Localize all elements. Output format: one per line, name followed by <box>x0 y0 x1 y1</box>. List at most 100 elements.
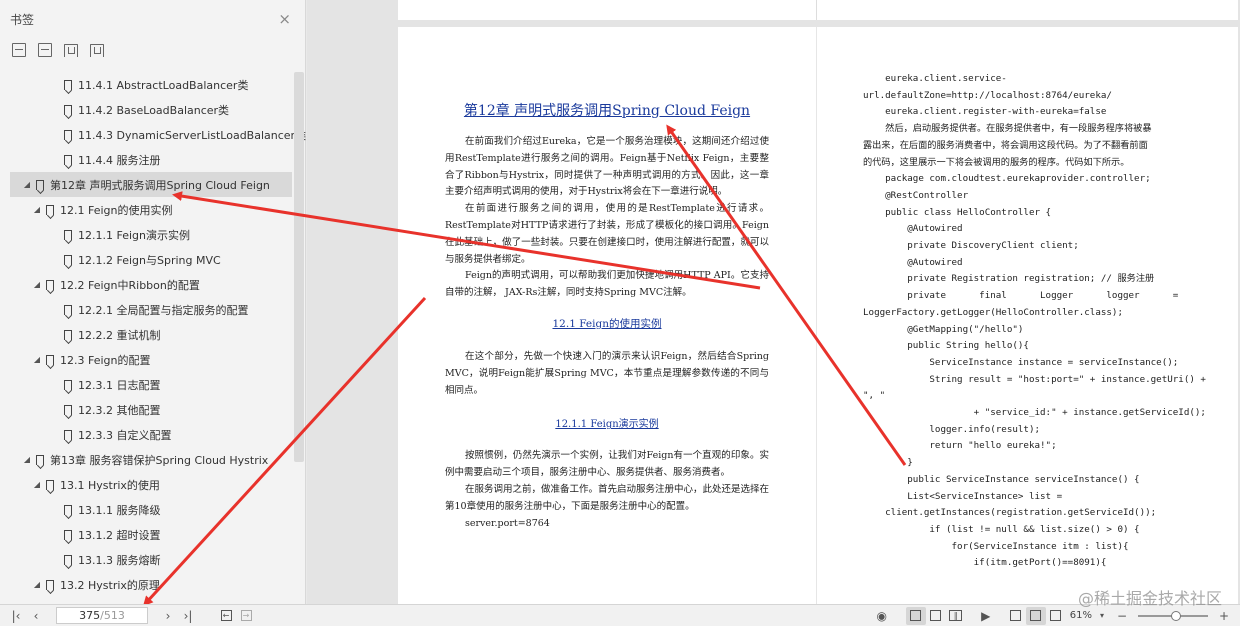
subsection-paragraphs: 按照惯例，仍然先演示一个实例，让我们对Feign有一个直观的印象。实例中需要启动… <box>445 448 769 532</box>
bookmark-item[interactable]: ◢ 13.2 Hystrix的原理 <box>10 572 292 597</box>
code-line: if(itm.getPort()==8091){ <box>863 557 1107 569</box>
bookmark-icon <box>64 404 72 415</box>
bookmark-label: 12.2.1 全局配置与指定服务的配置 <box>78 303 249 317</box>
zoom-dropdown-icon[interactable]: ▾ <box>1092 607 1112 625</box>
page-number-input[interactable]: 375/513 <box>56 607 148 624</box>
collapse-arrow-icon[interactable]: ◢ <box>32 480 42 489</box>
bookmarks-header: 书签 × <box>0 0 305 38</box>
prev-page-icon[interactable]: ‹ <box>26 607 46 625</box>
bookmark-icon <box>46 579 54 590</box>
bookmark-label: 12.3 Feign的配置 <box>60 353 151 367</box>
eye-icon[interactable]: ◉ <box>872 607 892 625</box>
bookmark-icon <box>64 129 72 140</box>
document-viewer: 第12章 声明式服务调用Spring Cloud Feign 在前面我们介绍过E… <box>307 0 1240 604</box>
document-icon[interactable] <box>926 607 946 625</box>
section-title-link[interactable]: 12.1 Feign的使用实例 <box>445 316 769 331</box>
code-line: url.defaultZone=http://localhost:8764/eu… <box>863 89 1112 101</box>
bookmark-item[interactable]: 13.1.1 服务降级 <box>10 497 292 522</box>
bookmark-item[interactable]: 11.4.4 服务注册 <box>10 147 292 172</box>
bookmark-item[interactable]: 12.3.1 日志配置 <box>10 372 292 397</box>
bookmark-item[interactable]: 13.1.2 超时设置 <box>10 522 292 547</box>
code-line: ", " <box>863 390 886 402</box>
bookmark-item[interactable]: 11.4.1 AbstractLoadBalancer类 <box>10 72 292 97</box>
collapse-arrow-icon[interactable]: ◢ <box>32 205 42 214</box>
bookmark-icon <box>64 304 72 315</box>
collapse-arrow-icon[interactable]: ◢ <box>32 355 42 364</box>
bookmark-label: 13.1.1 服务降级 <box>78 503 161 517</box>
code-line: LoggerFactory.getLogger(HelloController.… <box>863 306 1123 318</box>
previous-page <box>398 0 1238 20</box>
zoom-out-icon[interactable]: − <box>1112 607 1132 625</box>
collapse-arrow-icon[interactable]: ◢ <box>22 455 32 464</box>
bookmark-item[interactable]: 11.4.3 DynamicServerListLoadBalancer类 <box>10 122 306 147</box>
bookmark-icon <box>64 254 72 265</box>
bookmark-item[interactable]: 12.3.3 自定义配置 <box>10 422 292 447</box>
bookmark-item[interactable]: 11.4.2 BaseLoadBalancer类 <box>10 97 292 122</box>
add-bookmark-icon[interactable] <box>64 43 78 57</box>
bookmark-icon <box>36 454 44 465</box>
expand-all-icon[interactable] <box>12 43 26 57</box>
code-line: public ServiceInstance serviceInstance()… <box>863 473 1140 485</box>
collapse-arrow-icon[interactable]: ◢ <box>32 280 42 289</box>
fit-width-icon[interactable] <box>1006 607 1026 625</box>
bookmarks-panel: 书签 × 11.4.1 AbstractLoadBalancer类 11.4.2 … <box>0 0 306 604</box>
bookmark-item[interactable]: ◢ 第12章 声明式服务调用Spring Cloud Feign <box>10 172 292 197</box>
last-page-icon[interactable]: ›| <box>178 607 198 625</box>
bookmark-label: 12.2.2 重试机制 <box>78 328 161 342</box>
next-page-icon[interactable]: › <box>158 607 178 625</box>
current-page: 375 <box>79 609 101 622</box>
code-line: private Registration registration; // 服务… <box>863 273 1155 285</box>
bookmark-icon <box>64 529 72 540</box>
bookmark-item[interactable]: ◢ 12.2 Feign中Ribbon的配置 <box>10 272 292 297</box>
bookmark-label: 12.1.2 Feign与Spring MVC <box>78 253 221 267</box>
code-line: 露出来，在后面的服务消费者中，将会调用这段代码。为了不翻看前面 <box>863 139 1148 151</box>
zoom-in-icon[interactable]: + <box>1214 607 1234 625</box>
collapse-arrow-icon[interactable]: ◢ <box>22 180 32 189</box>
bookmark-label: 13.1 Hystrix的使用 <box>60 478 160 492</box>
bookmark-item[interactable]: 13.1.3 服务熔断 <box>10 547 292 572</box>
bookmark-icon <box>64 104 72 115</box>
play-icon[interactable]: ▶ <box>976 607 996 625</box>
paragraph: 在前面进行服务之间的调用，使用的是RestTemplate进行请求。RestTe… <box>445 203 769 265</box>
bookmark-item[interactable]: ◢ 13.1 Hystrix的使用 <box>10 472 292 497</box>
code-line: @GetMapping("/hello") <box>863 323 1024 335</box>
watermark: @稀土掘金技术社区 <box>1077 589 1222 608</box>
code-line: 的代码，这里展示一下将会被调用的服务的程序。代码如下所示。 <box>863 156 1130 168</box>
rotate-icon[interactable] <box>1046 607 1066 625</box>
bookmark-item[interactable]: 12.2.1 全局配置与指定服务的配置 <box>10 297 292 322</box>
bookmark-item[interactable]: ◢ 12.1 Feign的使用实例 <box>10 197 292 222</box>
code-line: @RestController <box>863 189 969 201</box>
paragraph: 在这个部分，先做一个快速入门的演示来认识Feign，然后结合Spring MVC… <box>445 350 769 396</box>
close-icon[interactable]: × <box>278 11 291 27</box>
bookmark-label: 12.3.1 日志配置 <box>78 378 161 392</box>
bookmark-item[interactable]: 12.1.2 Feign与Spring MVC <box>10 247 292 272</box>
bookmark-item[interactable]: 12.2.2 重试机制 <box>10 322 292 347</box>
bookmark-item[interactable]: ◢ 第13章 服务容错保护Spring Cloud Hystrix <box>10 447 292 472</box>
paragraph: server.port=8764 <box>465 517 550 529</box>
bookmark-label: 11.4.4 服务注册 <box>78 153 161 167</box>
forward-icon[interactable]: → <box>236 607 256 625</box>
code-line: public class HelloController { <box>863 206 1052 218</box>
zoom-slider[interactable] <box>1138 610 1208 621</box>
single-page-icon[interactable] <box>905 606 926 625</box>
bookmark-item[interactable]: 12.1.1 Feign演示实例 <box>10 222 292 247</box>
bookmark-icon <box>46 354 54 365</box>
code-line: return "hello eureka!"; <box>863 440 1057 452</box>
chapter-title-link[interactable]: 第12章 声明式服务调用Spring Cloud Feign <box>445 100 769 120</box>
sidebar-scrollbar[interactable] <box>294 72 304 462</box>
zoom-slider-knob[interactable] <box>1171 610 1181 621</box>
document-page: 第12章 声明式服务调用Spring Cloud Feign 在前面我们介绍过E… <box>398 27 1238 604</box>
two-page-icon[interactable]: ‖ <box>946 607 966 625</box>
bookmark-item[interactable]: ◢ 12.3 Feign的配置 <box>10 347 292 372</box>
fit-page-icon[interactable] <box>1025 606 1046 625</box>
total-pages: /513 <box>100 609 125 622</box>
bookmark-item[interactable]: 12.3.2 其他配置 <box>10 397 292 422</box>
collapse-all-icon[interactable] <box>38 43 52 57</box>
subsection-title-link[interactable]: 12.1.1 Feign演示实例 <box>445 415 769 430</box>
bookmark-icon[interactable] <box>90 43 104 57</box>
first-page-icon[interactable]: |‹ <box>6 607 26 625</box>
back-icon[interactable]: ← <box>216 607 236 625</box>
bookmark-icon <box>64 379 72 390</box>
zoom-level[interactable]: 61% <box>1070 610 1092 621</box>
collapse-arrow-icon[interactable]: ◢ <box>32 580 42 589</box>
